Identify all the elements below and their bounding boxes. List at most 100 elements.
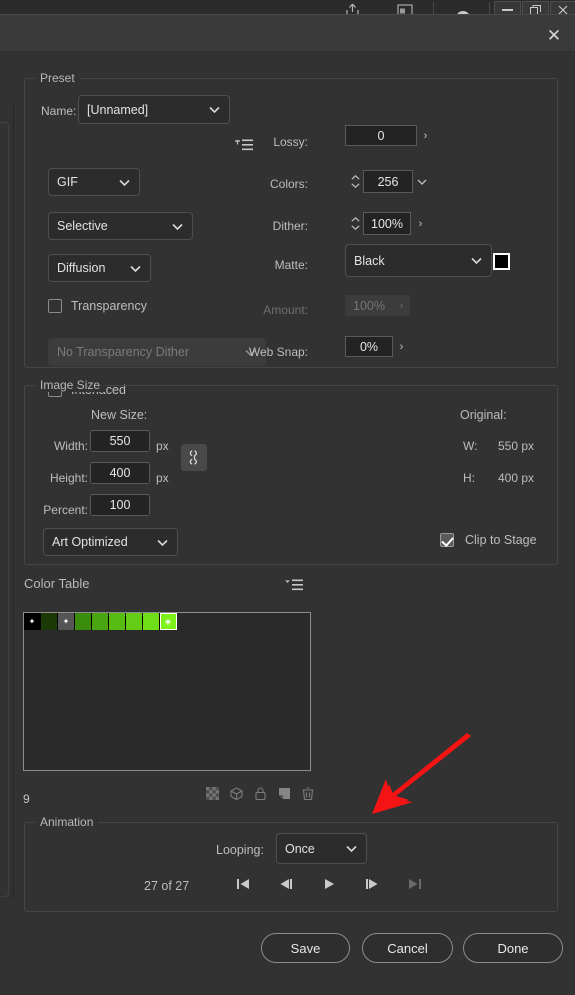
save-for-web-dialog-screen: ✕ Preset Name: [Unnamed] GIF Selective D…	[0, 0, 575, 995]
color-count: 9	[23, 792, 30, 806]
new-size-label: New Size:	[91, 408, 148, 422]
transparency-toggle-icon[interactable]	[205, 786, 219, 800]
colors-stepper[interactable]	[350, 170, 361, 193]
chevron-down-icon	[351, 183, 360, 188]
original-width-value: 550 px	[498, 439, 535, 453]
clip-to-stage-checkbox[interactable]	[440, 533, 454, 547]
looping-select[interactable]: Once	[276, 833, 367, 864]
transparency-dither-select: No Transparency Dither	[48, 338, 266, 366]
transparency-checkbox[interactable]	[48, 299, 62, 313]
chevron-down-icon	[351, 225, 360, 230]
dialog-title-bar: ✕	[0, 15, 575, 52]
transparency-dither-value: No Transparency Dither	[57, 345, 190, 359]
web-snap-label: Web Snap:	[248, 345, 308, 359]
preset-group-title: Preset	[35, 71, 80, 85]
preset-name-value: [Unnamed]	[87, 102, 149, 117]
transparency-label: Transparency	[71, 299, 147, 313]
animation-transport	[221, 873, 436, 895]
lossy-expand-arrow[interactable]: ›	[417, 125, 434, 146]
file-format-select[interactable]: GIF	[48, 168, 140, 196]
width-input[interactable]: 550	[90, 430, 150, 452]
percent-label: Percent:	[43, 503, 88, 517]
lossy-input[interactable]: 0	[345, 125, 417, 146]
color-swatch[interactable]	[41, 613, 58, 630]
amount-label: Amount:	[263, 303, 308, 317]
last-frame-button[interactable]	[393, 873, 436, 895]
dither-stepper[interactable]	[350, 212, 361, 235]
quality-value: Art Optimized	[52, 535, 128, 549]
delete-color-icon[interactable]	[301, 786, 315, 800]
color-swatch[interactable]	[143, 613, 160, 630]
save-button[interactable]: Save	[261, 933, 350, 963]
background-panel-edge-inner	[0, 122, 9, 897]
color-swatch[interactable]	[92, 613, 109, 630]
chain-link-icon	[189, 450, 197, 465]
preset-name-label: Name:	[41, 104, 77, 118]
preset-name-select[interactable]: [Unnamed]	[78, 95, 230, 124]
colors-input[interactable]: 256	[363, 170, 413, 193]
previous-frame-button[interactable]	[264, 873, 307, 895]
color-table-grid[interactable]: ✦ ✦ ◈	[23, 612, 311, 771]
cancel-button[interactable]: Cancel	[362, 933, 453, 963]
color-swatch[interactable]: ✦	[24, 613, 41, 630]
web-snap-expand-arrow[interactable]: ›	[393, 336, 410, 357]
play-button[interactable]	[307, 873, 350, 895]
color-swatch-mark: ✦	[28, 616, 36, 626]
chevron-down-icon	[417, 179, 426, 185]
frame-counter: 27 of 27	[144, 879, 190, 893]
lossy-label: Lossy:	[273, 135, 308, 149]
color-swatch[interactable]: ◈	[160, 613, 177, 630]
lock-color-icon[interactable]	[253, 786, 267, 800]
web-shift-icon[interactable]	[229, 786, 243, 800]
image-size-group-title: Image Size	[35, 378, 106, 392]
dialog-close-icon[interactable]: ✕	[541, 23, 567, 47]
looping-value: Once	[285, 841, 315, 856]
amount-expand-arrow: ›	[393, 295, 410, 316]
new-color-icon[interactable]	[277, 786, 291, 800]
animation-group-title: Animation	[35, 815, 99, 829]
dialog-content: Preset Name: [Unnamed] GIF Selective Dif…	[0, 52, 575, 995]
dither-expand-arrow[interactable]: ›	[412, 212, 429, 235]
color-swatch-mark: ✦	[62, 616, 70, 626]
color-table-title: Color Table	[24, 576, 90, 591]
dither-algorithm-select[interactable]: Diffusion	[48, 254, 151, 282]
chevron-down-icon	[471, 257, 482, 264]
matte-label: Matte:	[274, 258, 308, 272]
color-table-flyout-menu-icon[interactable]	[285, 578, 303, 594]
chevron-down-icon	[346, 845, 357, 852]
color-swatch[interactable]	[109, 613, 126, 630]
color-swatch[interactable]	[126, 613, 143, 630]
original-height-value: 400 px	[498, 471, 535, 485]
percent-input[interactable]: 100	[90, 494, 150, 516]
first-frame-button[interactable]	[221, 873, 264, 895]
looping-label: Looping:	[216, 843, 264, 857]
export-dialog: ✕ Preset Name: [Unnamed] GIF Selective D…	[0, 14, 575, 995]
color-reduction-value: Selective	[57, 219, 108, 233]
matte-color-swatch[interactable]	[493, 253, 510, 270]
matte-select[interactable]: Black	[345, 244, 492, 277]
dither-input[interactable]: 100%	[363, 212, 411, 235]
file-format-value: GIF	[57, 175, 78, 189]
constrain-proportions-button[interactable]	[181, 444, 207, 471]
width-label: Width:	[53, 439, 88, 453]
original-label: Original:	[460, 408, 507, 422]
original-height-label: H:	[463, 471, 475, 485]
quality-select[interactable]: Art Optimized	[43, 528, 178, 556]
next-frame-button[interactable]	[350, 873, 393, 895]
colors-dropdown-arrow[interactable]	[413, 170, 430, 193]
dither-label: Dither:	[272, 219, 308, 233]
dither-algorithm-value: Diffusion	[57, 261, 106, 275]
color-swatch[interactable]: ✦	[58, 613, 75, 630]
color-swatch-mark: ◈	[164, 616, 172, 626]
height-input[interactable]: 400	[90, 462, 150, 484]
matte-value: Black	[354, 253, 385, 268]
colors-label: Colors:	[269, 177, 308, 191]
color-reduction-select[interactable]: Selective	[48, 212, 193, 240]
original-width-label: W:	[463, 439, 478, 453]
preset-flyout-menu-icon[interactable]	[235, 138, 253, 154]
chevron-up-icon	[351, 217, 360, 222]
web-snap-input[interactable]: 0%	[345, 336, 393, 357]
clip-to-stage-label: Clip to Stage	[465, 533, 537, 547]
color-swatch[interactable]	[75, 613, 92, 630]
done-button[interactable]: Done	[463, 933, 563, 963]
